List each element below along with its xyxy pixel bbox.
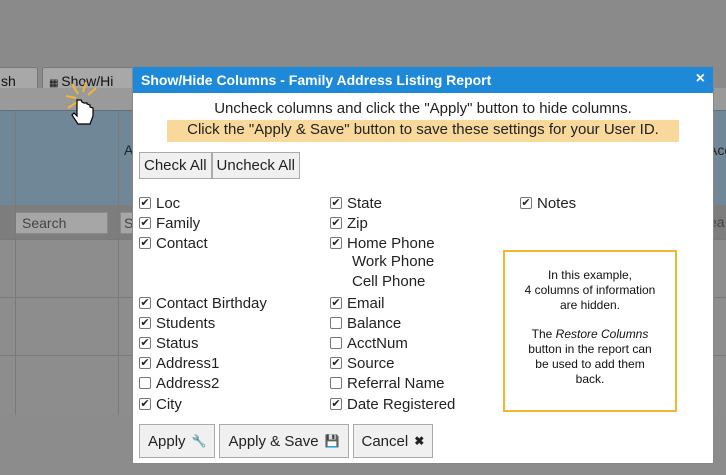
column-option-date-registered[interactable]: ✔ Date Registered xyxy=(330,394,455,414)
column-option-students[interactable]: ✔ Students xyxy=(139,313,215,333)
wrench-icon: 🔧 xyxy=(191,434,207,448)
column-option-status[interactable]: ✔ Status xyxy=(139,333,199,353)
column-option-referral-name[interactable]: Referral Name xyxy=(330,373,445,393)
checkbox[interactable]: ✔ xyxy=(139,337,151,349)
dialog-title: Show/Hide Columns - Family Address Listi… xyxy=(141,72,492,88)
checkbox[interactable] xyxy=(330,317,342,329)
uncheck-all-button[interactable]: Uncheck All xyxy=(211,152,300,179)
column-label-work-phone: Work Phone xyxy=(352,253,435,270)
checkbox[interactable]: ✔ xyxy=(139,297,151,309)
close-icon[interactable]: × xyxy=(696,70,705,88)
instruction-line-1: Uncheck columns and click the "Apply" bu… xyxy=(214,100,632,117)
close-icon: ✖ xyxy=(414,434,425,448)
cancel-button[interactable]: Cancel ✖ xyxy=(352,424,434,458)
checkbox[interactable]: ✔ xyxy=(139,398,151,410)
column-option-email[interactable]: ✔ Email xyxy=(330,293,385,313)
apply-save-button[interactable]: Apply & Save 💾 xyxy=(219,424,349,458)
column-option-contact[interactable]: ✔ Contact xyxy=(139,233,208,253)
checkbox[interactable]: ✔ xyxy=(139,237,151,249)
column-option-home-phone[interactable]: ✔ Home Phone xyxy=(330,233,435,253)
floppy-disk-icon: 💾 xyxy=(324,434,340,448)
checkbox[interactable]: ✔ xyxy=(330,357,342,369)
checkbox[interactable] xyxy=(139,377,151,389)
hand-cursor-icon xyxy=(66,82,97,125)
column-label-cell-phone: Cell Phone xyxy=(352,273,426,290)
search-input[interactable]: Search xyxy=(15,212,108,234)
column-option-notes[interactable]: ✔ Notes xyxy=(520,193,576,213)
checkbox[interactable]: ✔ xyxy=(330,398,342,410)
checkbox[interactable]: ✔ xyxy=(520,197,532,209)
annotation-callout: In this example, 4 columns of informatio… xyxy=(503,250,677,412)
column-divider xyxy=(118,110,119,415)
checkbox[interactable]: ✔ xyxy=(330,297,342,309)
checkbox[interactable]: ✔ xyxy=(330,237,342,249)
column-option-state[interactable]: ✔ State xyxy=(330,193,382,213)
checkbox[interactable]: ✔ xyxy=(139,317,151,329)
checkbox[interactable] xyxy=(330,337,342,349)
checkbox[interactable]: ✔ xyxy=(330,217,342,229)
check-all-button[interactable]: Check All xyxy=(139,152,212,179)
dialog-title-bar: Show/Hide Columns - Family Address Listi… xyxy=(133,67,713,93)
column-divider xyxy=(15,110,16,415)
show-hide-columns-dialog: Show/Hide Columns - Family Address Listi… xyxy=(132,66,714,464)
column-option-balance[interactable]: Balance xyxy=(330,313,401,333)
column-option-source[interactable]: ✔ Source xyxy=(330,353,395,373)
column-option-zip[interactable]: ✔ Zip xyxy=(330,213,368,233)
checkbox[interactable]: ✔ xyxy=(139,217,151,229)
column-option-family[interactable]: ✔ Family xyxy=(139,213,200,233)
apply-button[interactable]: Apply 🔧 xyxy=(139,424,216,458)
column-option-address2[interactable]: Address2 xyxy=(139,373,219,393)
column-option-contact-birthday[interactable]: ✔ Contact Birthday xyxy=(139,293,267,313)
column-option-city[interactable]: ✔ City xyxy=(139,394,182,414)
checkbox[interactable]: ✔ xyxy=(139,197,151,209)
checkbox[interactable] xyxy=(330,377,342,389)
column-option-acctnum[interactable]: AcctNum xyxy=(330,333,408,353)
instruction-line-2: Click the "Apply & Save" button to save … xyxy=(167,120,679,142)
checkbox[interactable]: ✔ xyxy=(330,197,342,209)
checkbox[interactable]: ✔ xyxy=(139,357,151,369)
column-option-address1[interactable]: ✔ Address1 xyxy=(139,353,219,373)
column-option-loc[interactable]: ✔ Loc xyxy=(139,193,180,213)
